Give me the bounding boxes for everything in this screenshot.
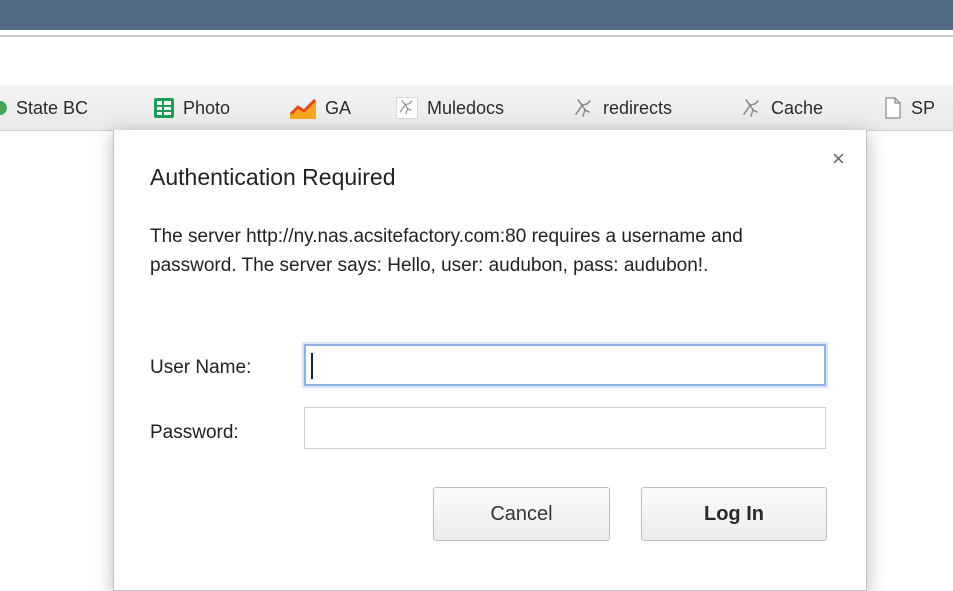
bookmark-muledocs[interactable]: Muledocs (396, 85, 504, 131)
bookmark-cache[interactable]: Cache (740, 85, 823, 131)
close-icon[interactable]: × (832, 148, 845, 170)
page-icon (885, 97, 901, 119)
password-label: Password: (150, 422, 239, 443)
bookmark-photo[interactable]: Photo (154, 85, 230, 131)
runner-icon (396, 97, 418, 119)
bookmark-label: GA (325, 97, 352, 118)
bookmark-ga[interactable]: GA (290, 85, 351, 131)
bookmark-label: State BC (16, 97, 89, 118)
analytics-chart-icon (290, 98, 316, 119)
dialog-title: Authentication Required (150, 164, 396, 190)
runner-icon (575, 99, 591, 117)
bookmark-label: Cache (771, 97, 824, 118)
bookmark-label: redirects (603, 97, 673, 118)
authentication-dialog: × Authentication Required The server htt… (113, 130, 867, 591)
password-input[interactable] (304, 407, 826, 449)
username-label: User Name: (150, 357, 252, 378)
text-caret (311, 353, 313, 379)
cancel-button[interactable]: Cancel (433, 487, 610, 541)
dialog-message: The server http://ny.nas.acsitefactory.c… (150, 226, 743, 276)
bookmark-label: Muledocs (427, 97, 505, 118)
bookmark-label: Photo (183, 97, 231, 118)
window-top-bar (0, 0, 953, 30)
toolbar-divider (0, 35, 953, 37)
bookmark-sp[interactable]: SP (884, 85, 935, 131)
runner-icon (743, 99, 759, 117)
green-circle-icon (0, 101, 7, 115)
bookmark-label: SP (911, 97, 936, 118)
bookmark-state-bc[interactable]: State BC (0, 85, 88, 131)
bookmark-redirects[interactable]: redirects (572, 85, 672, 131)
spreadsheet-icon (154, 98, 174, 118)
log-in-button[interactable]: Log In (641, 487, 827, 541)
bookmarks-bar: State BC Photo GA Muledocs redirects Cac… (0, 85, 953, 131)
username-input[interactable] (304, 344, 826, 386)
